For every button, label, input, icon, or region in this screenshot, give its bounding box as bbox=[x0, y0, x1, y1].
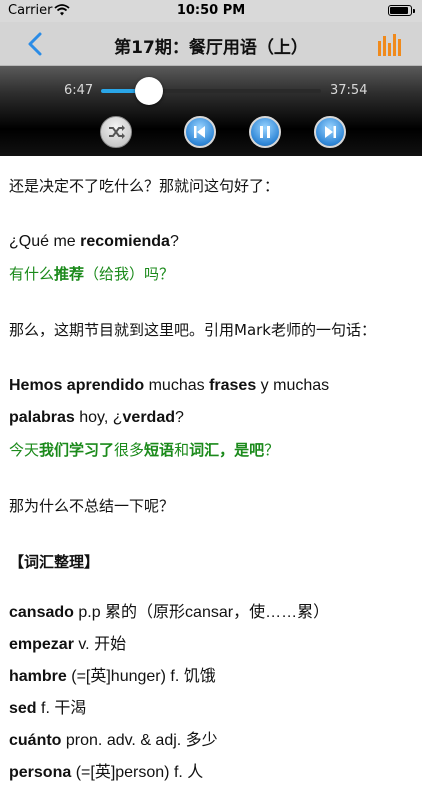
total-time: 37:54 bbox=[330, 83, 368, 98]
back-button[interactable] bbox=[22, 30, 52, 58]
pause-button[interactable] bbox=[249, 116, 281, 148]
shuffle-button[interactable] bbox=[100, 116, 132, 148]
lesson-content: 还是决定不了吃什么？那就问这句好了： ¿Qué me recomienda? 有… bbox=[9, 170, 413, 789]
vocab-item: cuánto pron. adv. & adj. 多少 bbox=[9, 725, 413, 757]
pause-icon bbox=[260, 126, 270, 138]
progress-thumb[interactable] bbox=[135, 77, 164, 105]
paragraph-quote-intro: 那么，这期节目就到这里吧。引用Mark老师的一句话： bbox=[9, 321, 376, 339]
spanish-sentence: ¿Qué me recomienda? bbox=[9, 233, 179, 250]
spanish-sentence: Hemos aprendido muchas frases y muchas bbox=[9, 377, 330, 394]
status-bar: Carrier 10:50 PM bbox=[0, 0, 422, 22]
vocab-word: hambre bbox=[9, 668, 67, 685]
skip-next-icon bbox=[325, 126, 336, 138]
status-time: 10:50 PM bbox=[176, 3, 246, 18]
elapsed-time: 6:47 bbox=[64, 83, 94, 98]
vocab-definition: f. 干渴 bbox=[36, 700, 87, 717]
paragraph-summary: 那为什么不总结一下呢？ bbox=[9, 497, 175, 515]
paragraph-intro: 还是决定不了吃什么？那就问这句好了： bbox=[9, 177, 280, 195]
vocab-item: empezar v. 开始 bbox=[9, 629, 413, 661]
vocab-item: persona (=[英]person) f. 人 bbox=[9, 757, 413, 789]
vocab-word: persona bbox=[9, 764, 72, 781]
vocab-item: sed f. 干渴 bbox=[9, 693, 413, 725]
equalizer-icon bbox=[378, 34, 401, 56]
vocab-item: cansado p.p 累的（原形cansar，使……累） bbox=[9, 597, 413, 629]
vocab-definition: v. 开始 bbox=[73, 636, 127, 653]
chinese-translation: 有什么推荐（给我）吗？ bbox=[9, 265, 175, 283]
battery-icon bbox=[388, 5, 415, 16]
vocab-item: hambre (=[英]hunger) f. 饥饿 bbox=[9, 661, 413, 693]
vocab-word: cuánto bbox=[9, 732, 62, 749]
vocabulary-list: cansado p.p 累的（原形cansar，使……累） empezar v. … bbox=[9, 597, 413, 789]
vocab-definition: (=[英]hunger) f. 饥饿 bbox=[66, 668, 216, 685]
navigation-bar: 第17期：餐厅用语（上） bbox=[0, 22, 422, 66]
vocab-word: empezar bbox=[9, 636, 74, 653]
previous-button[interactable] bbox=[184, 116, 216, 148]
skip-previous-icon bbox=[194, 126, 205, 138]
audio-player: 6:47 37:54 bbox=[0, 66, 422, 156]
chevron-left-icon bbox=[28, 32, 42, 56]
spanish-sentence: palabras hoy, ¿verdad? bbox=[9, 409, 184, 426]
section-heading: 【词汇整理】 bbox=[9, 553, 100, 571]
progress-slider[interactable] bbox=[101, 77, 321, 105]
page-title: 第17期：餐厅用语（上） bbox=[114, 38, 308, 58]
equalizer-button[interactable] bbox=[378, 32, 404, 56]
vocab-definition: p.p 累的（原形cansar，使……累） bbox=[73, 604, 330, 621]
vocab-word: cansado bbox=[9, 604, 74, 621]
next-button[interactable] bbox=[314, 116, 346, 148]
shuffle-icon bbox=[109, 125, 125, 139]
chinese-translation: 今天我们学习了很多短语和词汇，是吧？ bbox=[9, 441, 280, 459]
vocab-word: sed bbox=[9, 700, 37, 717]
vocab-definition: (=[英]person) f. 人 bbox=[71, 764, 204, 781]
vocab-definition: pron. adv. & adj. 多少 bbox=[61, 732, 218, 749]
